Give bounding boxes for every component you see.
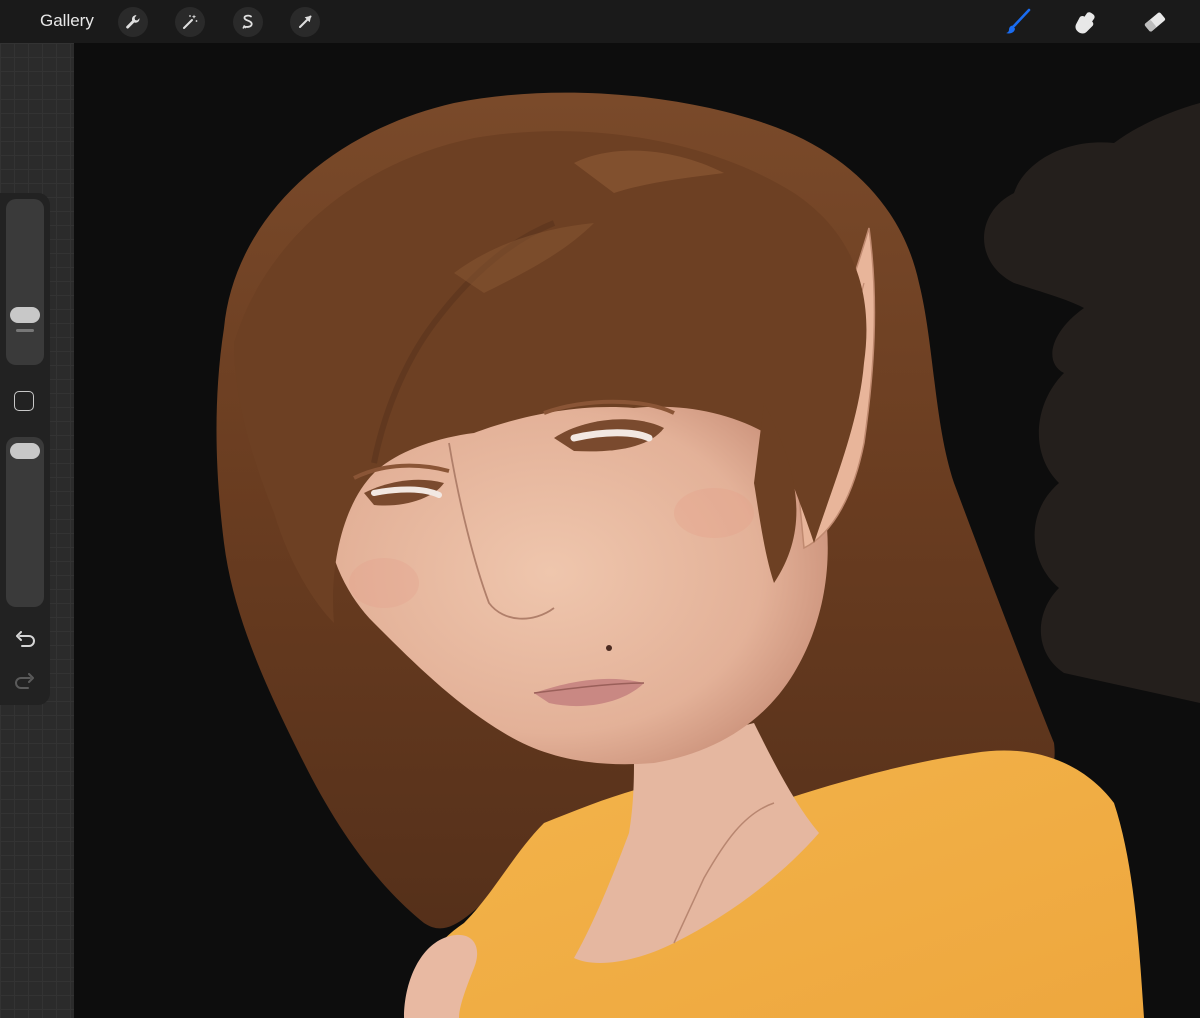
undo-icon[interactable] <box>12 629 38 651</box>
adjustments-magic-wand-icon[interactable] <box>175 7 205 37</box>
gallery-button[interactable]: Gallery <box>40 10 94 32</box>
smudge-icon[interactable] <box>1068 5 1102 39</box>
brush-size-preset-mark <box>16 329 34 332</box>
selection-icon[interactable] <box>233 7 263 37</box>
eyedropper-modify-button[interactable] <box>14 391 34 411</box>
transform-arrow-icon[interactable] <box>290 7 320 37</box>
left-sidebar <box>0 193 50 705</box>
brush-opacity-slider[interactable] <box>6 437 44 607</box>
brush-size-slider-thumb[interactable] <box>10 307 40 323</box>
actions-wrench-icon[interactable] <box>118 7 148 37</box>
brush-opacity-slider-thumb[interactable] <box>10 443 40 459</box>
brush-size-slider[interactable] <box>6 199 44 365</box>
drawing-canvas[interactable] <box>0 43 1200 1018</box>
eraser-icon[interactable] <box>1138 5 1172 39</box>
top-toolbar: Gallery <box>0 0 1200 43</box>
redo-icon[interactable] <box>12 671 38 693</box>
brush-icon[interactable] <box>1000 5 1034 39</box>
artwork-painting <box>74 43 1200 1018</box>
